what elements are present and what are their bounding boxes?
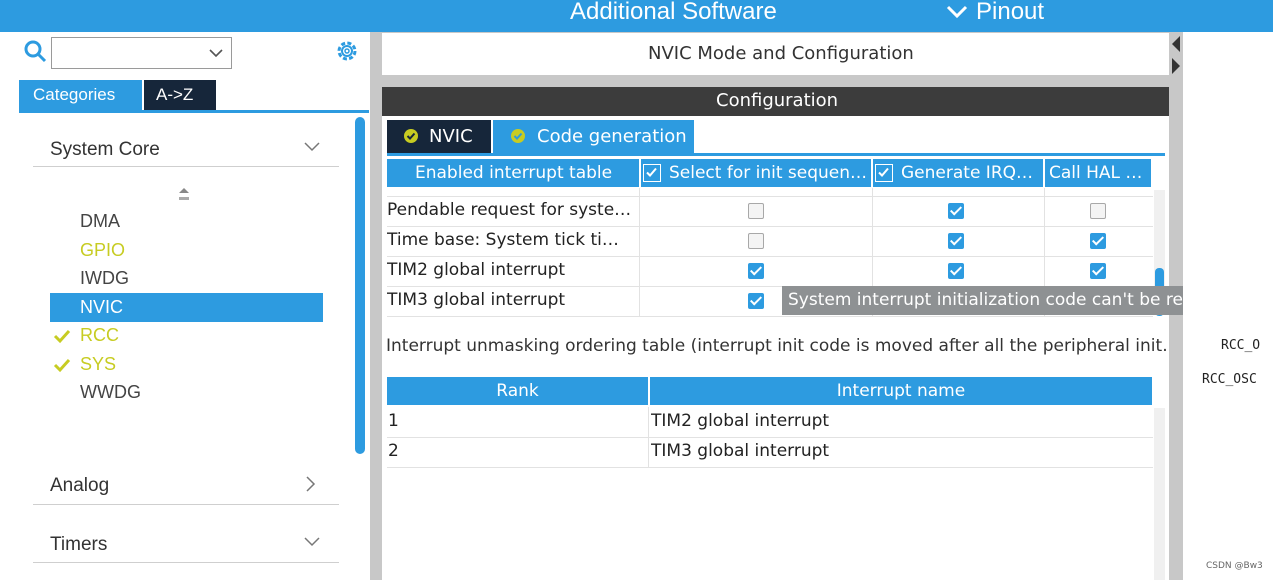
check-circle-icon: [404, 129, 418, 143]
interrupt-name: TIM2 global interrupt: [387, 260, 566, 280]
collapse-arrows-icon[interactable]: [1170, 32, 1182, 78]
checkbox-init-sequence[interactable]: [748, 203, 764, 219]
sidebar-item-gpio[interactable]: GPIO: [50, 239, 323, 265]
chevron-down-icon[interactable]: [946, 4, 968, 20]
interrupt-name: Pendable request for syste…: [387, 200, 632, 220]
checkbox-generate-irq[interactable]: [948, 203, 964, 219]
section-divider: [33, 562, 339, 563]
tab-categories[interactable]: Categories: [19, 80, 142, 110]
tab-nvic-label: NVIC: [429, 126, 473, 147]
rank-value: 2: [388, 441, 399, 461]
chevron-down-icon[interactable]: [208, 47, 224, 59]
enabled-table-header-name[interactable]: Enabled interrupt table: [387, 159, 639, 187]
check-icon: [53, 358, 71, 373]
rank-interrupt-name: TIM3 global interrupt: [651, 441, 830, 461]
tab-a-z[interactable]: A->Z: [144, 80, 216, 110]
row-divider: [387, 316, 1153, 317]
sidebar-scrollbar[interactable]: [355, 117, 365, 454]
section-system-core[interactable]: System Core: [50, 139, 160, 161]
chevron-down-icon[interactable]: [303, 536, 321, 548]
checkbox-init-sequence[interactable]: [748, 263, 764, 279]
checkbox-init-sequence[interactable]: [748, 233, 764, 249]
interrupt-name: TIM3 global interrupt: [387, 290, 566, 310]
pinout-tab[interactable]: Pinout: [976, 0, 1044, 26]
configuration-title: Configuration: [716, 90, 839, 111]
table-row[interactable]: 2 TIM3 global interrupt: [387, 437, 1153, 468]
sidebar-item-dma[interactable]: DMA: [50, 210, 323, 236]
checkbox-generate-irq[interactable]: [948, 233, 964, 249]
sidebar-item-rcc[interactable]: RCC: [50, 324, 323, 350]
checkbox-generate-irq[interactable]: [948, 263, 964, 279]
checkbox-call-hal[interactable]: [1090, 203, 1106, 219]
sidebar-item-sys[interactable]: SYS: [50, 353, 323, 379]
sidebar-item-label: SYS: [80, 354, 117, 374]
rank-interrupt-name: TIM2 global interrupt: [651, 411, 830, 431]
check-icon: [53, 329, 71, 344]
top-bar: Additional Software Pinout: [0, 0, 1273, 32]
rank-value: 1: [388, 411, 399, 431]
table-row[interactable]: Pendable request for syste…: [387, 196, 1153, 227]
sidebar-item-nvic[interactable]: NVIC: [50, 296, 323, 322]
enabled-table-header-hal[interactable]: Call HAL …: [1045, 159, 1151, 187]
rank-table-scroll-track: [1154, 408, 1165, 580]
sidebar-item-label: GPIO: [80, 240, 126, 260]
check-icon: [878, 167, 889, 177]
rank-table-header-name[interactable]: Interrupt name: [650, 377, 1152, 405]
header-checkbox-init[interactable]: [643, 164, 661, 182]
sort-icon[interactable]: [177, 186, 191, 204]
sidebar-item-label: NVIC: [80, 297, 124, 317]
sidebar-item-label: IWDG: [80, 268, 129, 288]
mode-title: NVIC Mode and Configuration: [648, 43, 914, 64]
gear-icon[interactable]: [334, 38, 360, 64]
rank-table-header-rank[interactable]: Rank: [387, 377, 648, 405]
tab-code-generation-label: Code generation: [537, 126, 687, 147]
configuration-bar: Configuration: [382, 87, 1169, 116]
right-panel: [1183, 32, 1273, 580]
enabled-table-header-init[interactable]: Select for init sequen…: [641, 159, 871, 187]
row-divider: [387, 467, 1153, 468]
additional-software-tab[interactable]: Additional Software: [570, 0, 777, 26]
chevron-down-icon[interactable]: [303, 141, 321, 153]
table-row[interactable]: Time base: System tick ti…: [387, 226, 1153, 257]
unmask-table-label: Interrupt unmasking ordering table (inte…: [386, 336, 1166, 356]
section-divider: [33, 166, 339, 167]
sidebar-item-wwdg[interactable]: WWDG: [50, 381, 323, 407]
sidebar-item-iwdg[interactable]: IWDG: [50, 267, 323, 293]
header-checkbox-irq[interactable]: [875, 164, 893, 182]
tooltip: System interrupt initialization code can…: [782, 286, 1250, 315]
interrupt-name: Time base: System tick ti…: [387, 230, 619, 250]
tab-underline: [387, 153, 1165, 156]
table-row[interactable]: TIM2 global interrupt: [387, 256, 1153, 287]
section-analog[interactable]: Analog: [50, 475, 109, 497]
watermark: CSDN @Bw3: [1206, 561, 1263, 571]
checkbox-init-sequence[interactable]: [748, 293, 764, 309]
pin-label-rcc-o: RCC_O: [1221, 338, 1261, 353]
sidebar-item-label: RCC: [80, 325, 119, 345]
pin-label-rcc-osc: RCC_OSC: [1202, 372, 1257, 387]
tab-nvic[interactable]: NVIC: [387, 120, 491, 153]
sidebar-item-label: DMA: [80, 211, 120, 231]
search-icon[interactable]: [24, 40, 48, 64]
checkbox-call-hal[interactable]: [1090, 263, 1106, 279]
chevron-right-icon[interactable]: [305, 475, 317, 493]
enabled-table-header-irq[interactable]: Generate IRQ…: [873, 159, 1043, 187]
mode-header: NVIC Mode and Configuration: [382, 33, 1169, 75]
section-timers[interactable]: Timers: [50, 534, 107, 556]
tab-code-generation[interactable]: Code generation: [493, 120, 694, 153]
tab-underline: [19, 110, 369, 113]
search-input[interactable]: [51, 37, 232, 69]
checkbox-call-hal[interactable]: [1090, 233, 1106, 249]
section-divider: [33, 504, 339, 505]
check-icon: [646, 167, 657, 177]
check-circle-icon: [511, 129, 525, 143]
table-row[interactable]: 1 TIM2 global interrupt: [387, 407, 1153, 438]
sidebar-item-label: WWDG: [80, 382, 141, 402]
